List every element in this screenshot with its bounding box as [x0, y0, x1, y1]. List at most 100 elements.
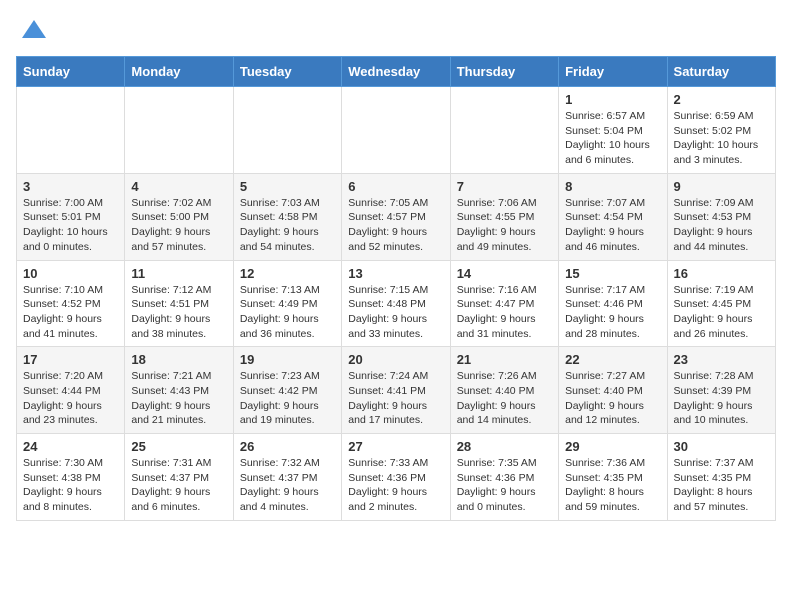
day-number: 1 [565, 92, 660, 107]
day-info: Sunrise: 7:12 AM Sunset: 4:51 PM Dayligh… [131, 283, 226, 342]
day-info: Sunrise: 7:02 AM Sunset: 5:00 PM Dayligh… [131, 196, 226, 255]
column-header-thursday: Thursday [450, 57, 558, 87]
calendar-cell: 23Sunrise: 7:28 AM Sunset: 4:39 PM Dayli… [667, 347, 775, 434]
calendar-cell: 1 Sunrise: 6:57 AM Sunset: 5:04 PM Daylig… [559, 87, 667, 174]
calendar-cell [342, 87, 450, 174]
day-number: 25 [131, 439, 226, 454]
day-info: Sunrise: 7:13 AM Sunset: 4:49 PM Dayligh… [240, 283, 335, 342]
day-number: 15 [565, 266, 660, 281]
calendar-cell: 12 Sunrise: 7:13 AM Sunset: 4:49 PM Dayli… [233, 260, 341, 347]
day-number: 13 [348, 266, 443, 281]
column-header-tuesday: Tuesday [233, 57, 341, 87]
column-header-wednesday: Wednesday [342, 57, 450, 87]
calendar-cell: 19 Sunrise: 7:23 AM Sunset: 4:42 PM Dayli… [233, 347, 341, 434]
day-info: Sunrise: 7:36 AM Sunset: 4:35 PM Dayligh… [565, 456, 660, 515]
day-info: Sunrise: 7:21 AM Sunset: 4:43 PM Dayligh… [131, 369, 226, 428]
day-number: 7 [457, 179, 552, 194]
calendar-cell: 30 Sunrise: 7:37 AM Sunset: 4:35 PM Dayli… [667, 434, 775, 521]
day-info: Sunrise: 7:10 AM Sunset: 4:52 PM Dayligh… [23, 283, 118, 342]
calendar-cell: 25 Sunrise: 7:31 AM Sunset: 4:37 PM Dayli… [125, 434, 233, 521]
day-info: Sunrise: 7:33 AM Sunset: 4:36 PM Dayligh… [348, 456, 443, 515]
calendar-cell: 29 Sunrise: 7:36 AM Sunset: 4:35 PM Dayli… [559, 434, 667, 521]
calendar-cell: 9Sunrise: 7:09 AM Sunset: 4:53 PM Daylig… [667, 173, 775, 260]
calendar-cell: 8 Sunrise: 7:07 AM Sunset: 4:54 PM Daylig… [559, 173, 667, 260]
calendar-cell: 24 Sunrise: 7:30 AM Sunset: 4:38 PM Dayli… [17, 434, 125, 521]
day-number: 16 [674, 266, 769, 281]
day-number: 10 [23, 266, 118, 281]
day-info: Sunrise: 7:26 AM Sunset: 4:40 PM Dayligh… [457, 369, 552, 428]
day-info: Sunrise: 7:00 AM Sunset: 5:01 PM Dayligh… [23, 196, 118, 255]
day-info: Sunrise: 6:59 AM Sunset: 5:02 PM Dayligh… [674, 109, 769, 168]
calendar-cell: 27 Sunrise: 7:33 AM Sunset: 4:36 PM Dayli… [342, 434, 450, 521]
logo [16, 16, 48, 44]
day-info: Sunrise: 7:19 AM Sunset: 4:45 PM Dayligh… [674, 283, 769, 342]
day-info: Sunrise: 6:57 AM Sunset: 5:04 PM Dayligh… [565, 109, 660, 168]
calendar-header-row: SundayMondayTuesdayWednesdayThursdayFrid… [17, 57, 776, 87]
day-number: 8 [565, 179, 660, 194]
day-info: Sunrise: 7:24 AM Sunset: 4:41 PM Dayligh… [348, 369, 443, 428]
day-number: 19 [240, 352, 335, 367]
page-header [16, 16, 776, 44]
day-info: Sunrise: 7:05 AM Sunset: 4:57 PM Dayligh… [348, 196, 443, 255]
calendar-cell: 10 Sunrise: 7:10 AM Sunset: 4:52 PM Dayli… [17, 260, 125, 347]
day-info: Sunrise: 7:15 AM Sunset: 4:48 PM Dayligh… [348, 283, 443, 342]
day-number: 26 [240, 439, 335, 454]
calendar-cell: 14 Sunrise: 7:16 AM Sunset: 4:47 PM Dayli… [450, 260, 558, 347]
day-info: Sunrise: 7:17 AM Sunset: 4:46 PM Dayligh… [565, 283, 660, 342]
day-info: Sunrise: 7:30 AM Sunset: 4:38 PM Dayligh… [23, 456, 118, 515]
column-header-saturday: Saturday [667, 57, 775, 87]
day-info: Sunrise: 7:35 AM Sunset: 4:36 PM Dayligh… [457, 456, 552, 515]
calendar-cell: 26 Sunrise: 7:32 AM Sunset: 4:37 PM Dayli… [233, 434, 341, 521]
calendar-cell: 3Sunrise: 7:00 AM Sunset: 5:01 PM Daylig… [17, 173, 125, 260]
day-info: Sunrise: 7:07 AM Sunset: 4:54 PM Dayligh… [565, 196, 660, 255]
column-header-sunday: Sunday [17, 57, 125, 87]
calendar-cell: 22 Sunrise: 7:27 AM Sunset: 4:40 PM Dayli… [559, 347, 667, 434]
day-info: Sunrise: 7:23 AM Sunset: 4:42 PM Dayligh… [240, 369, 335, 428]
day-number: 30 [674, 439, 769, 454]
column-header-monday: Monday [125, 57, 233, 87]
calendar-table: SundayMondayTuesdayWednesdayThursdayFrid… [16, 56, 776, 521]
day-number: 28 [457, 439, 552, 454]
calendar-cell: 7 Sunrise: 7:06 AM Sunset: 4:55 PM Daylig… [450, 173, 558, 260]
day-info: Sunrise: 7:27 AM Sunset: 4:40 PM Dayligh… [565, 369, 660, 428]
day-number: 12 [240, 266, 335, 281]
day-info: Sunrise: 7:32 AM Sunset: 4:37 PM Dayligh… [240, 456, 335, 515]
day-info: Sunrise: 7:37 AM Sunset: 4:35 PM Dayligh… [674, 456, 769, 515]
calendar-cell: 4 Sunrise: 7:02 AM Sunset: 5:00 PM Daylig… [125, 173, 233, 260]
calendar-cell: 21 Sunrise: 7:26 AM Sunset: 4:40 PM Dayli… [450, 347, 558, 434]
day-number: 21 [457, 352, 552, 367]
day-info: Sunrise: 7:16 AM Sunset: 4:47 PM Dayligh… [457, 283, 552, 342]
day-info: Sunrise: 7:28 AM Sunset: 4:39 PM Dayligh… [674, 369, 769, 428]
calendar-cell: 13 Sunrise: 7:15 AM Sunset: 4:48 PM Dayli… [342, 260, 450, 347]
calendar-cell [450, 87, 558, 174]
calendar-cell: 20 Sunrise: 7:24 AM Sunset: 4:41 PM Dayli… [342, 347, 450, 434]
calendar-cell [125, 87, 233, 174]
day-number: 29 [565, 439, 660, 454]
calendar-cell: 11 Sunrise: 7:12 AM Sunset: 4:51 PM Dayli… [125, 260, 233, 347]
day-number: 24 [23, 439, 118, 454]
day-number: 6 [348, 179, 443, 194]
day-info: Sunrise: 7:03 AM Sunset: 4:58 PM Dayligh… [240, 196, 335, 255]
calendar-week-row: 17Sunrise: 7:20 AM Sunset: 4:44 PM Dayli… [17, 347, 776, 434]
day-number: 11 [131, 266, 226, 281]
calendar-cell: 6 Sunrise: 7:05 AM Sunset: 4:57 PM Daylig… [342, 173, 450, 260]
day-info: Sunrise: 7:20 AM Sunset: 4:44 PM Dayligh… [23, 369, 118, 428]
calendar-week-row: 3Sunrise: 7:00 AM Sunset: 5:01 PM Daylig… [17, 173, 776, 260]
day-number: 14 [457, 266, 552, 281]
day-number: 18 [131, 352, 226, 367]
calendar-cell: 18 Sunrise: 7:21 AM Sunset: 4:43 PM Dayli… [125, 347, 233, 434]
calendar-cell: 2Sunrise: 6:59 AM Sunset: 5:02 PM Daylig… [667, 87, 775, 174]
day-number: 4 [131, 179, 226, 194]
day-info: Sunrise: 7:31 AM Sunset: 4:37 PM Dayligh… [131, 456, 226, 515]
day-number: 22 [565, 352, 660, 367]
day-number: 5 [240, 179, 335, 194]
day-number: 20 [348, 352, 443, 367]
calendar-week-row: 10 Sunrise: 7:10 AM Sunset: 4:52 PM Dayli… [17, 260, 776, 347]
calendar-week-row: 24 Sunrise: 7:30 AM Sunset: 4:38 PM Dayli… [17, 434, 776, 521]
day-info: Sunrise: 7:06 AM Sunset: 4:55 PM Dayligh… [457, 196, 552, 255]
logo-icon [20, 16, 48, 44]
day-number: 27 [348, 439, 443, 454]
day-info: Sunrise: 7:09 AM Sunset: 4:53 PM Dayligh… [674, 196, 769, 255]
calendar-cell: 28 Sunrise: 7:35 AM Sunset: 4:36 PM Dayli… [450, 434, 558, 521]
calendar-week-row: 1 Sunrise: 6:57 AM Sunset: 5:04 PM Daylig… [17, 87, 776, 174]
